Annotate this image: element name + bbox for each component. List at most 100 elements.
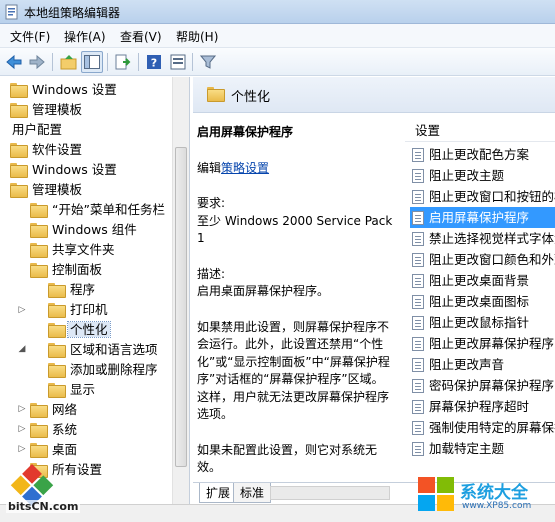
- setting-icon: [412, 421, 424, 435]
- setting-row[interactable]: 阻止更改窗口和按钮的样式: [410, 186, 555, 207]
- tree-item-start-menu[interactable]: “开始”菜单和任务栏: [30, 200, 167, 220]
- setting-row[interactable]: 强制使用特定的屏幕保护程序: [410, 417, 555, 438]
- requirements-text: 至少 Windows 2000 Service Pack 1: [197, 213, 393, 246]
- menu-action[interactable]: 操作(A): [64, 28, 106, 45]
- export-list-icon: [115, 54, 131, 70]
- setting-icon: [412, 337, 424, 351]
- up-folder-button[interactable]: [58, 51, 80, 73]
- folder-icon: [48, 303, 66, 318]
- tree-pane[interactable]: Windows 设置 管理模板 用户配置 软件设置 Windows 设置 管理模…: [0, 77, 190, 522]
- folder-icon: [30, 403, 48, 418]
- export-list-button[interactable]: [112, 51, 134, 73]
- svg-text:?: ?: [151, 57, 157, 70]
- tree-item-computer-admin-templates[interactable]: 管理模板: [10, 100, 84, 120]
- setting-row-selected[interactable]: 启用屏幕保护程序: [410, 207, 555, 228]
- properties-icon: [170, 54, 186, 70]
- folder-icon: [30, 223, 48, 238]
- tree-item-computer-windows-settings[interactable]: Windows 设置: [10, 80, 119, 100]
- tree-item-shared-folders[interactable]: 共享文件夹: [30, 240, 117, 260]
- setting-row[interactable]: 密码保护屏幕保护程序: [410, 375, 555, 396]
- setting-icon: [412, 295, 424, 309]
- tree-item-windows-components[interactable]: Windows 组件: [30, 220, 139, 240]
- folder-icon: [30, 423, 48, 438]
- tree-item-software-settings[interactable]: 软件设置: [10, 140, 84, 160]
- filter-button[interactable]: [197, 51, 219, 73]
- folder-icon: [48, 363, 66, 378]
- forward-button[interactable]: [26, 51, 48, 73]
- tree-item-programs[interactable]: 程序: [48, 280, 97, 300]
- folder-icon: [10, 83, 28, 98]
- tree-item-add-remove-programs[interactable]: 添加或删除程序: [48, 360, 160, 380]
- tree-scrollbar[interactable]: [172, 77, 189, 522]
- show-hide-tree-icon: [84, 55, 100, 69]
- description-paragraph-not-configured: 如果未配置此设置，则它对系统无效。: [197, 442, 378, 475]
- collapse-arrow-icon[interactable]: ◢: [17, 344, 27, 354]
- folder-icon: [10, 163, 28, 178]
- tab-standard[interactable]: 标准: [233, 483, 272, 503]
- description-paragraph-disabled: 如果禁用此设置，则屏幕保护程序不会运行。此外，此设置还禁用“个性化”或“显示控制…: [197, 319, 390, 422]
- settings-list[interactable]: 阻止更改配色方案 阻止更改主题 阻止更改窗口和按钮的样式 启用屏幕保护程序 禁止…: [410, 144, 555, 464]
- description-block: 描述: 启用桌面屏幕保护程序。: [197, 266, 330, 299]
- setting-row[interactable]: 阻止更改声音: [410, 354, 555, 375]
- windows-flag-icon: [418, 477, 454, 511]
- forward-icon: [29, 54, 45, 70]
- edit-policy-link[interactable]: 策略设置: [221, 161, 269, 175]
- setting-row[interactable]: 阻止更改鼠标指针: [410, 312, 555, 333]
- setting-icon: [412, 442, 424, 456]
- show-hide-tree-button[interactable]: [81, 51, 103, 73]
- setting-icon: [412, 232, 424, 246]
- folder-icon: [207, 87, 225, 102]
- setting-row[interactable]: 加载特定主题: [410, 438, 555, 459]
- folder-icon: [30, 263, 48, 278]
- setting-icon: [412, 211, 424, 225]
- toolbar: ?: [0, 48, 555, 76]
- xp85-watermark-url: www.XP85.com: [462, 501, 532, 511]
- filter-icon: [200, 55, 216, 69]
- setting-row[interactable]: 阻止更改桌面图标: [410, 291, 555, 312]
- setting-row[interactable]: 阻止更改屏幕保护程序: [410, 333, 555, 354]
- setting-row[interactable]: 阻止更改配色方案: [410, 144, 555, 165]
- toolbar-separator: [138, 53, 139, 71]
- tab-extended[interactable]: 扩展: [199, 483, 238, 503]
- tree-item-display[interactable]: 显示: [48, 380, 97, 400]
- back-button[interactable]: [3, 51, 25, 73]
- tree-item-user-admin-templates[interactable]: 管理模板: [10, 180, 84, 200]
- pane-header: 个性化: [193, 77, 555, 113]
- tree-item-desktop[interactable]: 桌面: [30, 440, 79, 460]
- tree-scroll-thumb[interactable]: [175, 147, 187, 467]
- settings-column-header[interactable]: 设置: [405, 120, 555, 142]
- help-button[interactable]: ?: [143, 51, 165, 73]
- setting-icon: [412, 148, 424, 162]
- menu-view[interactable]: 查看(V): [120, 28, 162, 45]
- bitscn-watermark-text: bitsCN.com: [6, 500, 81, 513]
- folder-icon: [48, 343, 66, 358]
- expand-arrow-icon[interactable]: ▷: [17, 305, 27, 315]
- toolbar-separator: [192, 53, 193, 71]
- setting-row[interactable]: 阻止更改窗口颜色和外观: [410, 249, 555, 270]
- setting-icon: [412, 379, 424, 393]
- tree-item-printers[interactable]: 打印机: [48, 300, 110, 320]
- tree-item-regional-language[interactable]: 区域和语言选项: [48, 340, 160, 360]
- folder-icon: [48, 283, 66, 298]
- menu-help[interactable]: 帮助(H): [176, 28, 218, 45]
- expand-arrow-icon[interactable]: ▷: [17, 424, 27, 434]
- tree-item-personalization[interactable]: 个性化: [48, 320, 111, 340]
- description-panel: 启用屏幕保护程序 编辑策略设置 要求: 至少 Windows 2000 Servi…: [197, 118, 395, 478]
- tree-item-user-windows-settings[interactable]: Windows 设置: [10, 160, 119, 180]
- tree-item-system[interactable]: 系统: [30, 420, 79, 440]
- description-text: 启用桌面屏幕保护程序。: [197, 284, 330, 298]
- setting-icon: [412, 400, 424, 414]
- horizontal-scrollbar[interactable]: [270, 486, 390, 500]
- setting-row[interactable]: 屏幕保护程序超时: [410, 396, 555, 417]
- edit-policy-line: 编辑策略设置: [197, 160, 270, 175]
- properties-button[interactable]: [167, 51, 189, 73]
- setting-row[interactable]: 阻止更改主题: [410, 165, 555, 186]
- setting-row[interactable]: 阻止更改桌面背景: [410, 270, 555, 291]
- tree-item-network[interactable]: 网络: [30, 400, 79, 420]
- menu-file[interactable]: 文件(F): [10, 28, 50, 45]
- expand-arrow-icon[interactable]: ▷: [17, 444, 27, 454]
- tree-item-user-config[interactable]: 用户配置: [10, 120, 64, 140]
- setting-row[interactable]: 禁止选择视觉样式字体大小: [410, 228, 555, 249]
- tree-item-control-panel[interactable]: 控制面板: [30, 260, 104, 280]
- expand-arrow-icon[interactable]: ▷: [17, 404, 27, 414]
